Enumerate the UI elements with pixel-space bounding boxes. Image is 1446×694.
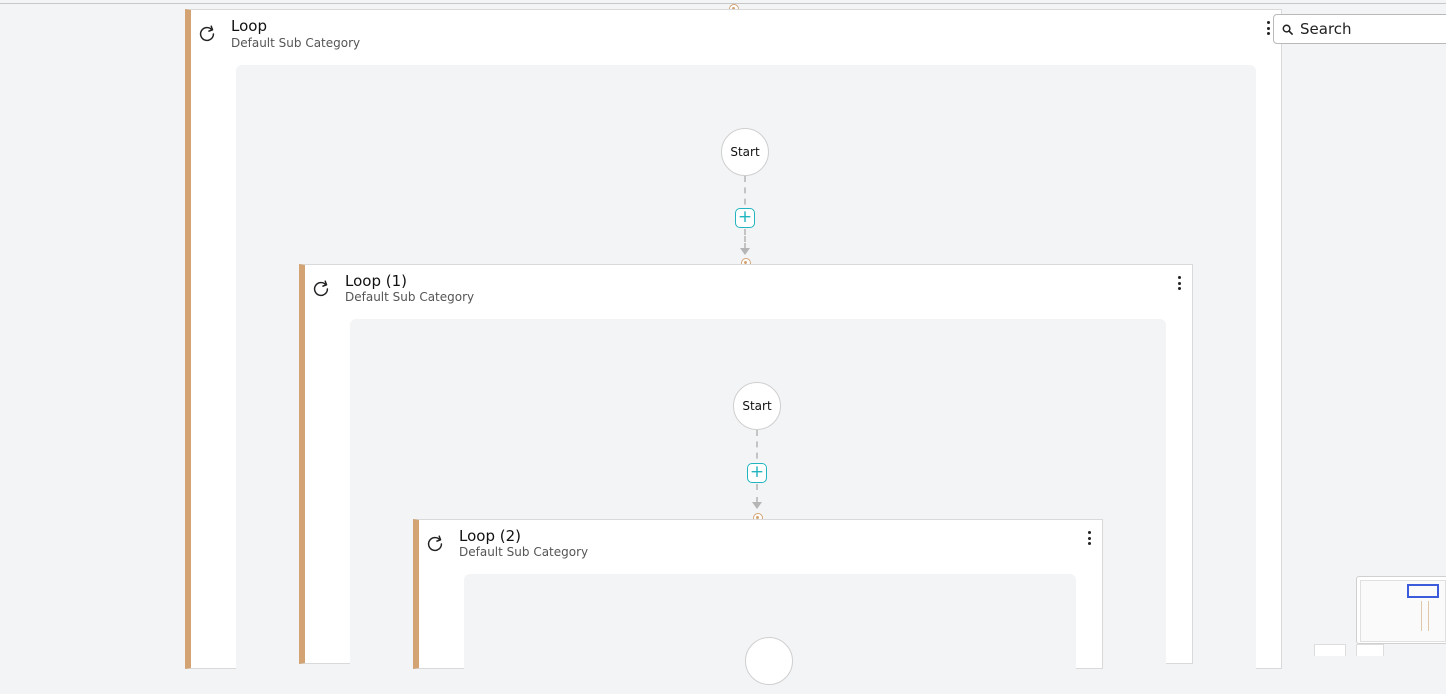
top-divider <box>0 3 1446 4</box>
connector-line <box>744 229 746 249</box>
refresh-icon <box>427 535 443 552</box>
start-node[interactable]: Start <box>721 128 769 176</box>
loop-node[interactable]: Loop (2) Default Sub Category <box>413 519 1103 694</box>
loop-subtitle: Default Sub Category <box>459 545 589 559</box>
connector-line <box>756 484 758 503</box>
start-node[interactable] <box>745 637 793 685</box>
minimap-canvas <box>1360 580 1446 642</box>
add-step-button[interactable]: + <box>747 463 767 483</box>
arrow-down-icon <box>740 248 750 255</box>
loop-title: Loop (2) <box>459 527 521 545</box>
search-icon <box>1282 24 1293 35</box>
search-field[interactable] <box>1273 14 1446 44</box>
refresh-icon <box>313 280 329 297</box>
minimap-flow <box>1421 601 1429 631</box>
loop-menu-icon[interactable] <box>1266 21 1270 35</box>
start-node[interactable]: Start <box>733 382 781 430</box>
loop-title: Loop (1) <box>345 272 407 290</box>
loop-body <box>464 574 1076 694</box>
loop-title: Loop <box>231 17 267 35</box>
arrow-down-icon <box>752 502 762 509</box>
zoom-control[interactable] <box>1314 644 1346 656</box>
minimap-viewport[interactable] <box>1407 584 1439 598</box>
loop-subtitle: Default Sub Category <box>345 290 475 304</box>
fit-view-control[interactable] <box>1356 644 1384 656</box>
search-input[interactable] <box>1298 19 1442 39</box>
loop-menu-icon[interactable] <box>1087 531 1091 545</box>
add-step-button[interactable]: + <box>735 208 755 228</box>
refresh-icon <box>199 25 215 42</box>
minimap[interactable] <box>1356 576 1446 644</box>
loop-menu-icon[interactable] <box>1177 276 1181 290</box>
loop-subtitle: Default Sub Category <box>231 36 361 50</box>
